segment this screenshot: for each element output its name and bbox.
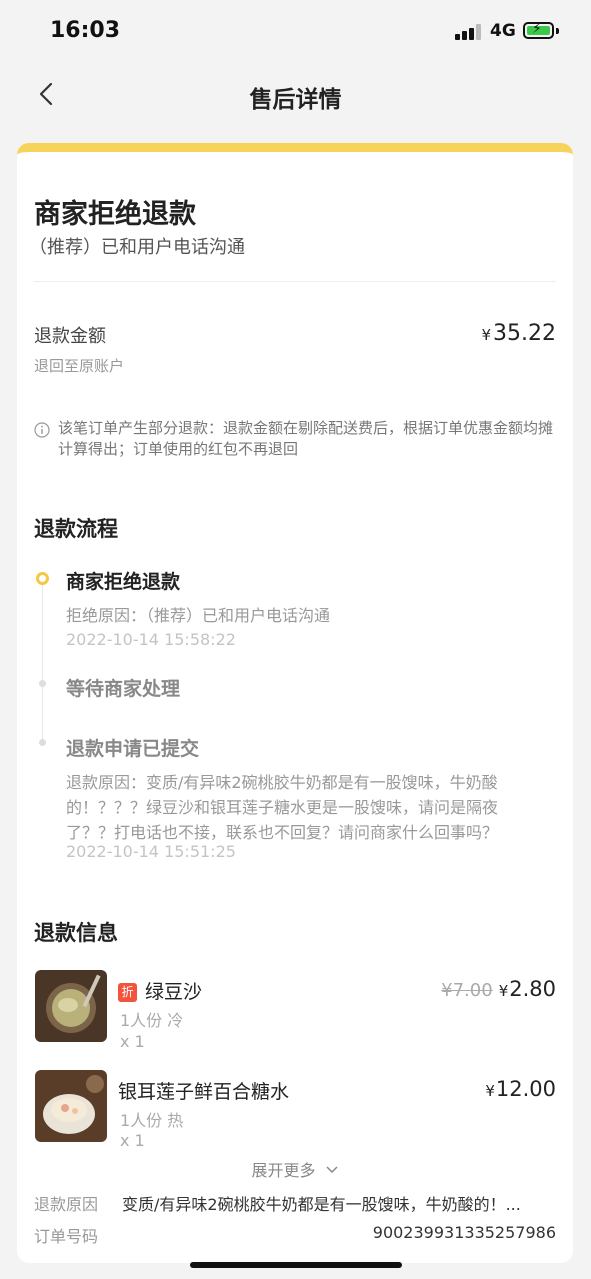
status-time: 16:03 [50,18,121,43]
original-price: ¥7.00 [441,980,493,1001]
step-title-waiting: 等待商家处理 [66,678,181,700]
divider [34,281,556,282]
refund-notice: 该笔订单产生部分退款：退款金额在剔除配送费后，根据订单优惠金额均摊计算得出；订单… [58,419,554,458]
item-price: ¥12.00 [485,1077,556,1101]
price-value: 12.00 [495,1077,556,1101]
step-time-submitted: 2022-10-14 15:51:25 [66,842,236,861]
currency-symbol: ¥ [481,326,492,344]
timeline-dot-active [36,572,49,585]
tremella-lotus-soup-image [35,1070,107,1142]
item-name-text: 绿豆沙 [145,981,203,1003]
battery-icon: ⚡ [523,21,554,39]
item-spec: 1人份 热 [120,1111,184,1130]
timeline-dot [39,680,46,687]
step-title-submitted: 退款申请已提交 [66,738,200,760]
item-name: 折绿豆沙 [118,977,202,1004]
nav-bar: 售后详情 [0,62,591,126]
signal-icon [455,24,483,40]
status-bar: 16:03 4G ⚡ [0,0,591,62]
page-title: 售后详情 [249,87,342,113]
step-detail-submitted: 退款原因：变质/有异味2碗桃胶牛奶都是有一股馊味，牛奶酸的！？？？绿豆沙和银耳莲… [66,773,499,842]
discount-badge: 折 [118,983,137,1002]
step-title-rejected: 商家拒绝退款 [66,571,181,593]
battery-tip [556,28,559,34]
refund-destination: 退回至原账户 [34,357,125,375]
refund-process-title: 退款流程 [34,517,118,541]
step-detail-rejected: 拒绝原因：（推荐）已和用户电话沟通 [66,606,331,625]
currency-symbol: ¥ [485,1082,495,1100]
step-time-rejected: 2022-10-14 15:58:22 [66,630,236,649]
order-number-label: 订单号码 [34,1227,99,1246]
info-icon [34,422,50,438]
chevron-down-icon [326,1166,338,1174]
timeline-line [42,584,43,744]
order-number-value: 900239931335257986 [372,1223,556,1242]
after-sale-card: 商家拒绝退款 （推荐）已和用户电话沟通 退款金额 ¥35.22 退回至原账户 该… [17,143,573,1263]
refund-status-title: 商家拒绝退款 [34,199,196,230]
home-indicator [190,1262,402,1268]
item-price: ¥7.00 ¥2.80 [441,977,556,1001]
item-quantity: x 1 [120,1032,145,1051]
refund-reason-label: 退款原因 [34,1195,99,1214]
mung-bean-soup-image [35,970,107,1042]
refund-status-subtitle: （推荐）已和用户电话沟通 [29,237,245,258]
currency-symbol: ¥ [498,982,509,1000]
refund-amount-value: 35.22 [493,321,556,346]
expand-more-label: 展开更多 [251,1161,316,1180]
item-spec: 1人份 冷 [120,1011,184,1030]
refund-info-title: 退款信息 [34,921,118,945]
timeline-dot [39,739,46,746]
refund-reason-value: 变质/有异味2碗桃胶牛奶都是有一股馊味，牛奶酸的！... [122,1195,521,1214]
refund-amount: ¥35.22 [481,321,556,346]
price-value: 2.80 [509,977,556,1001]
item-name: 银耳莲子鲜百合糖水 [118,1081,290,1103]
item-quantity: x 1 [120,1131,145,1150]
refund-amount-label: 退款金额 [34,326,106,347]
network-type: 4G [490,21,516,41]
expand-more-button[interactable]: 展开更多 [17,1157,573,1181]
